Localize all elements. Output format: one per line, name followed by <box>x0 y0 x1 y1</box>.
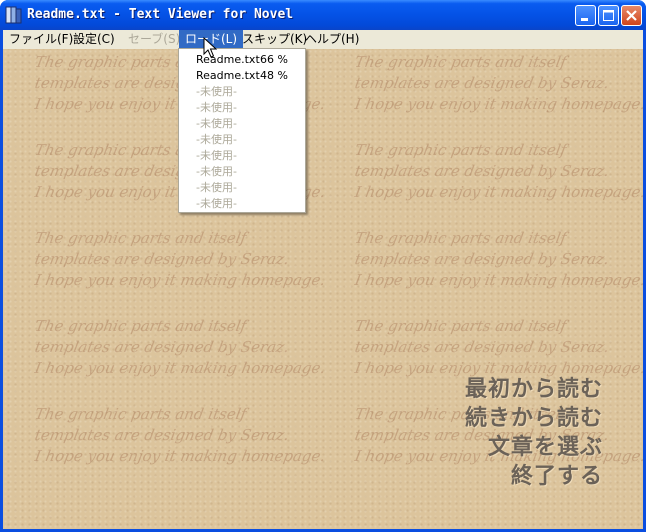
maximize-button[interactable] <box>598 5 619 26</box>
load-slot-empty[interactable]: -未使用- <box>196 148 237 164</box>
app-icon[interactable] <box>5 6 23 24</box>
close-button[interactable] <box>621 5 642 26</box>
app-window: Readme.txt - Text Viewer for Novel ファイル(… <box>0 0 646 532</box>
minimize-icon <box>581 18 588 21</box>
script-line: templates are designed by Seraz. <box>33 426 291 444</box>
window-title: Readme.txt - Text Viewer for Novel <box>27 7 294 22</box>
script-line: I hope you enjoy it making homepage. <box>33 447 327 465</box>
load-slot-empty[interactable]: -未使用- <box>196 164 237 180</box>
load-slot[interactable]: Readme.txt 48 % <box>196 68 288 84</box>
title-menu: 最初から読む 続きから読む 文章を選ぶ 終了する <box>465 375 603 491</box>
script-line: templates are designed by Seraz. <box>353 162 611 180</box>
continue-reading-button[interactable]: 続きから読む <box>465 404 603 433</box>
title-bar[interactable]: Readme.txt - Text Viewer for Novel <box>0 0 646 30</box>
load-slot-filename: Readme.txt <box>196 69 260 82</box>
close-icon <box>626 10 637 21</box>
script-line: I hope you enjoy it making homepage. <box>33 359 327 377</box>
load-dropdown: Readme.txt 66 % Readme.txt 48 % -未使用- -未… <box>178 48 306 213</box>
load-slot-progress: 48 % <box>260 69 288 82</box>
exit-button[interactable]: 終了する <box>465 462 603 491</box>
start-from-beginning-button[interactable]: 最初から読む <box>465 375 603 404</box>
script-line: The graphic parts and itself <box>353 141 568 159</box>
script-line: I hope you enjoy it making homepage. <box>33 271 327 289</box>
script-line: templates are designed by Seraz. <box>353 338 611 356</box>
script-line: The graphic parts and itself <box>353 53 568 71</box>
script-line: The graphic parts and itself <box>353 317 568 335</box>
load-slot-empty[interactable]: -未使用- <box>196 132 237 148</box>
script-line: templates are designed by Seraz. <box>353 250 611 268</box>
load-slot-empty[interactable]: -未使用- <box>196 84 237 100</box>
script-line: The graphic parts and itself <box>33 405 248 423</box>
load-slot-empty[interactable]: -未使用- <box>196 100 237 116</box>
minimize-button[interactable] <box>575 5 596 26</box>
select-text-button[interactable]: 文章を選ぶ <box>465 433 603 462</box>
menu-settings[interactable]: 設定(C) <box>67 30 121 49</box>
load-slot-progress: 66 % <box>260 53 288 66</box>
script-line: templates are designed by Seraz. <box>33 250 291 268</box>
menu-bar: ファイル(F) 設定(C) セーブ(S) ロード(L) スキップ(K) ヘルプ(… <box>3 30 643 49</box>
load-slot-empty[interactable]: -未使用- <box>196 196 237 212</box>
maximize-icon <box>603 10 614 21</box>
viewer-area: The graphic parts and itself templates a… <box>3 49 643 529</box>
script-line: I hope you enjoy it making homepage. <box>353 271 643 289</box>
script-line: The graphic parts and itself <box>33 317 248 335</box>
script-line: The graphic parts and itself <box>353 229 568 247</box>
script-line: I hope you enjoy it making homepage. <box>353 95 643 113</box>
script-line: templates are designed by Seraz. <box>33 338 291 356</box>
menu-save[interactable]: セーブ(S) <box>122 30 186 49</box>
script-line: I hope you enjoy it making homepage. <box>353 183 643 201</box>
load-slot-empty[interactable]: -未使用- <box>196 180 237 196</box>
script-line: The graphic parts and itself <box>33 229 248 247</box>
script-line: templates are designed by Seraz. <box>353 74 611 92</box>
load-slot-empty[interactable]: -未使用- <box>196 116 237 132</box>
mouse-cursor-icon <box>203 37 217 58</box>
menu-help[interactable]: ヘルプ(H) <box>299 30 365 49</box>
